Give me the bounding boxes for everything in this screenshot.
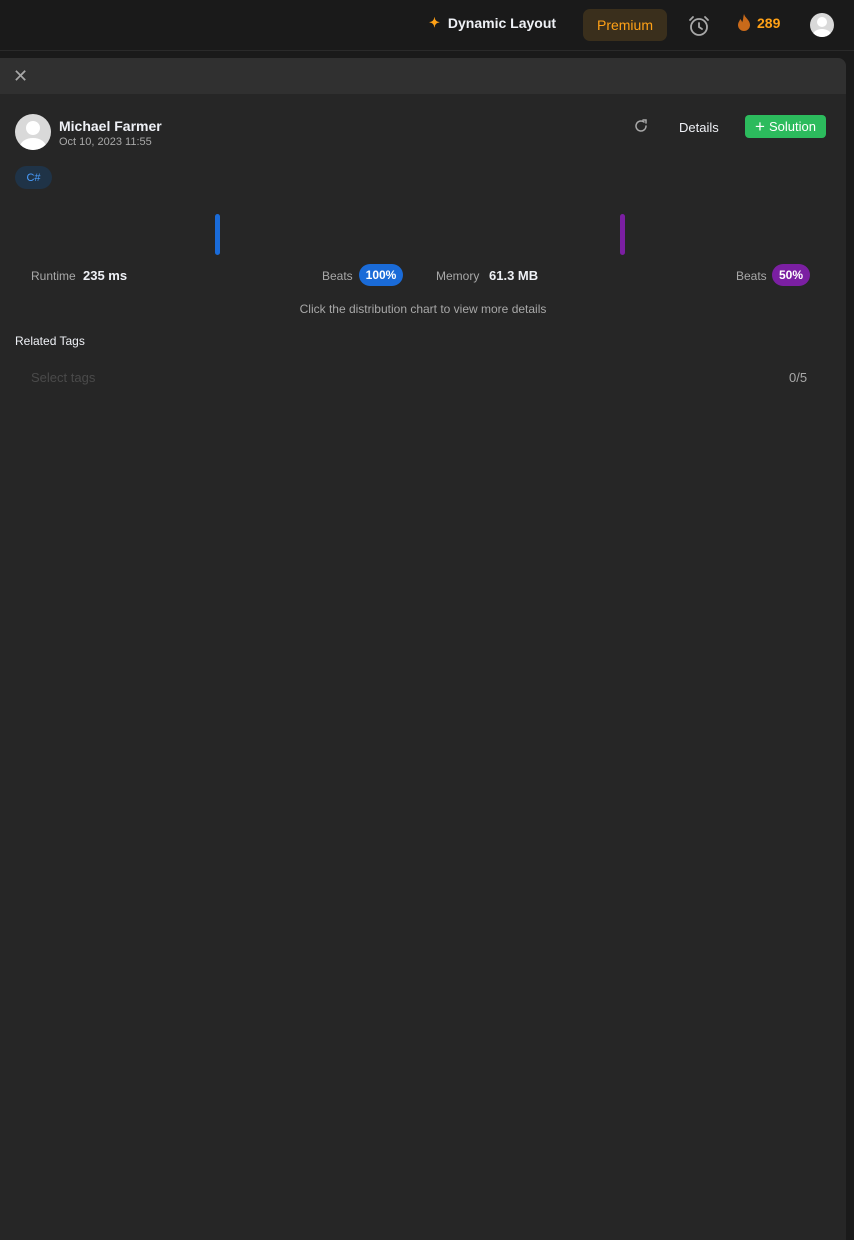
runtime-distribution-bar[interactable]: [215, 214, 220, 255]
submission-date: Oct 10, 2023 11:55: [59, 136, 152, 148]
memory-value: 61.3 MB: [489, 268, 539, 283]
sparkle-icon: ✦: [429, 15, 440, 30]
plus-icon: +: [755, 116, 765, 136]
panel-header: ✕: [0, 58, 846, 94]
language-tag[interactable]: C#: [15, 166, 52, 189]
alarm-clock-icon[interactable]: [687, 14, 711, 38]
runtime-label: Runtime: [31, 269, 76, 283]
solution-label: Solution: [768, 119, 816, 134]
streak-count: 289: [757, 14, 781, 31]
memory-beats-label: Beats: [736, 269, 767, 283]
streak-counter[interactable]: 289: [737, 14, 780, 31]
tags-input[interactable]: Select tags: [31, 370, 95, 385]
runtime-value: 235 ms: [83, 268, 128, 283]
share-icon[interactable]: [633, 118, 649, 134]
memory-distribution-bar[interactable]: [620, 214, 625, 255]
solution-panel: ✕ Michael Farmer Oct 10, 2023 11:55 Deta…: [0, 58, 846, 1240]
user-icon: [813, 17, 831, 37]
user-avatar[interactable]: [810, 13, 834, 37]
user-icon: [20, 121, 46, 150]
runtime-beats-badge: 100%: [359, 264, 403, 286]
top-navbar: ✦ Dynamic Layout Premium 289: [0, 0, 854, 51]
runtime-beats-label: Beats: [322, 269, 353, 283]
tags-count: 0/5: [789, 370, 808, 385]
close-icon[interactable]: ✕: [13, 67, 29, 85]
flame-icon: [738, 14, 750, 31]
premium-button[interactable]: Premium: [583, 9, 667, 41]
solution-button[interactable]: + Solution: [745, 115, 826, 138]
related-tags-heading: Related Tags: [15, 334, 85, 348]
memory-label: Memory: [436, 269, 480, 283]
memory-beats-badge: 50%: [772, 264, 810, 286]
author-name[interactable]: Michael Farmer: [59, 118, 162, 134]
distribution-hint: Click the distribution chart to view mor…: [299, 302, 547, 316]
dynamic-layout-button[interactable]: ✦ Dynamic Layout: [429, 15, 556, 31]
author-avatar[interactable]: [15, 114, 51, 150]
details-button[interactable]: Details: [671, 115, 727, 139]
dynamic-layout-label: Dynamic Layout: [447, 15, 557, 31]
